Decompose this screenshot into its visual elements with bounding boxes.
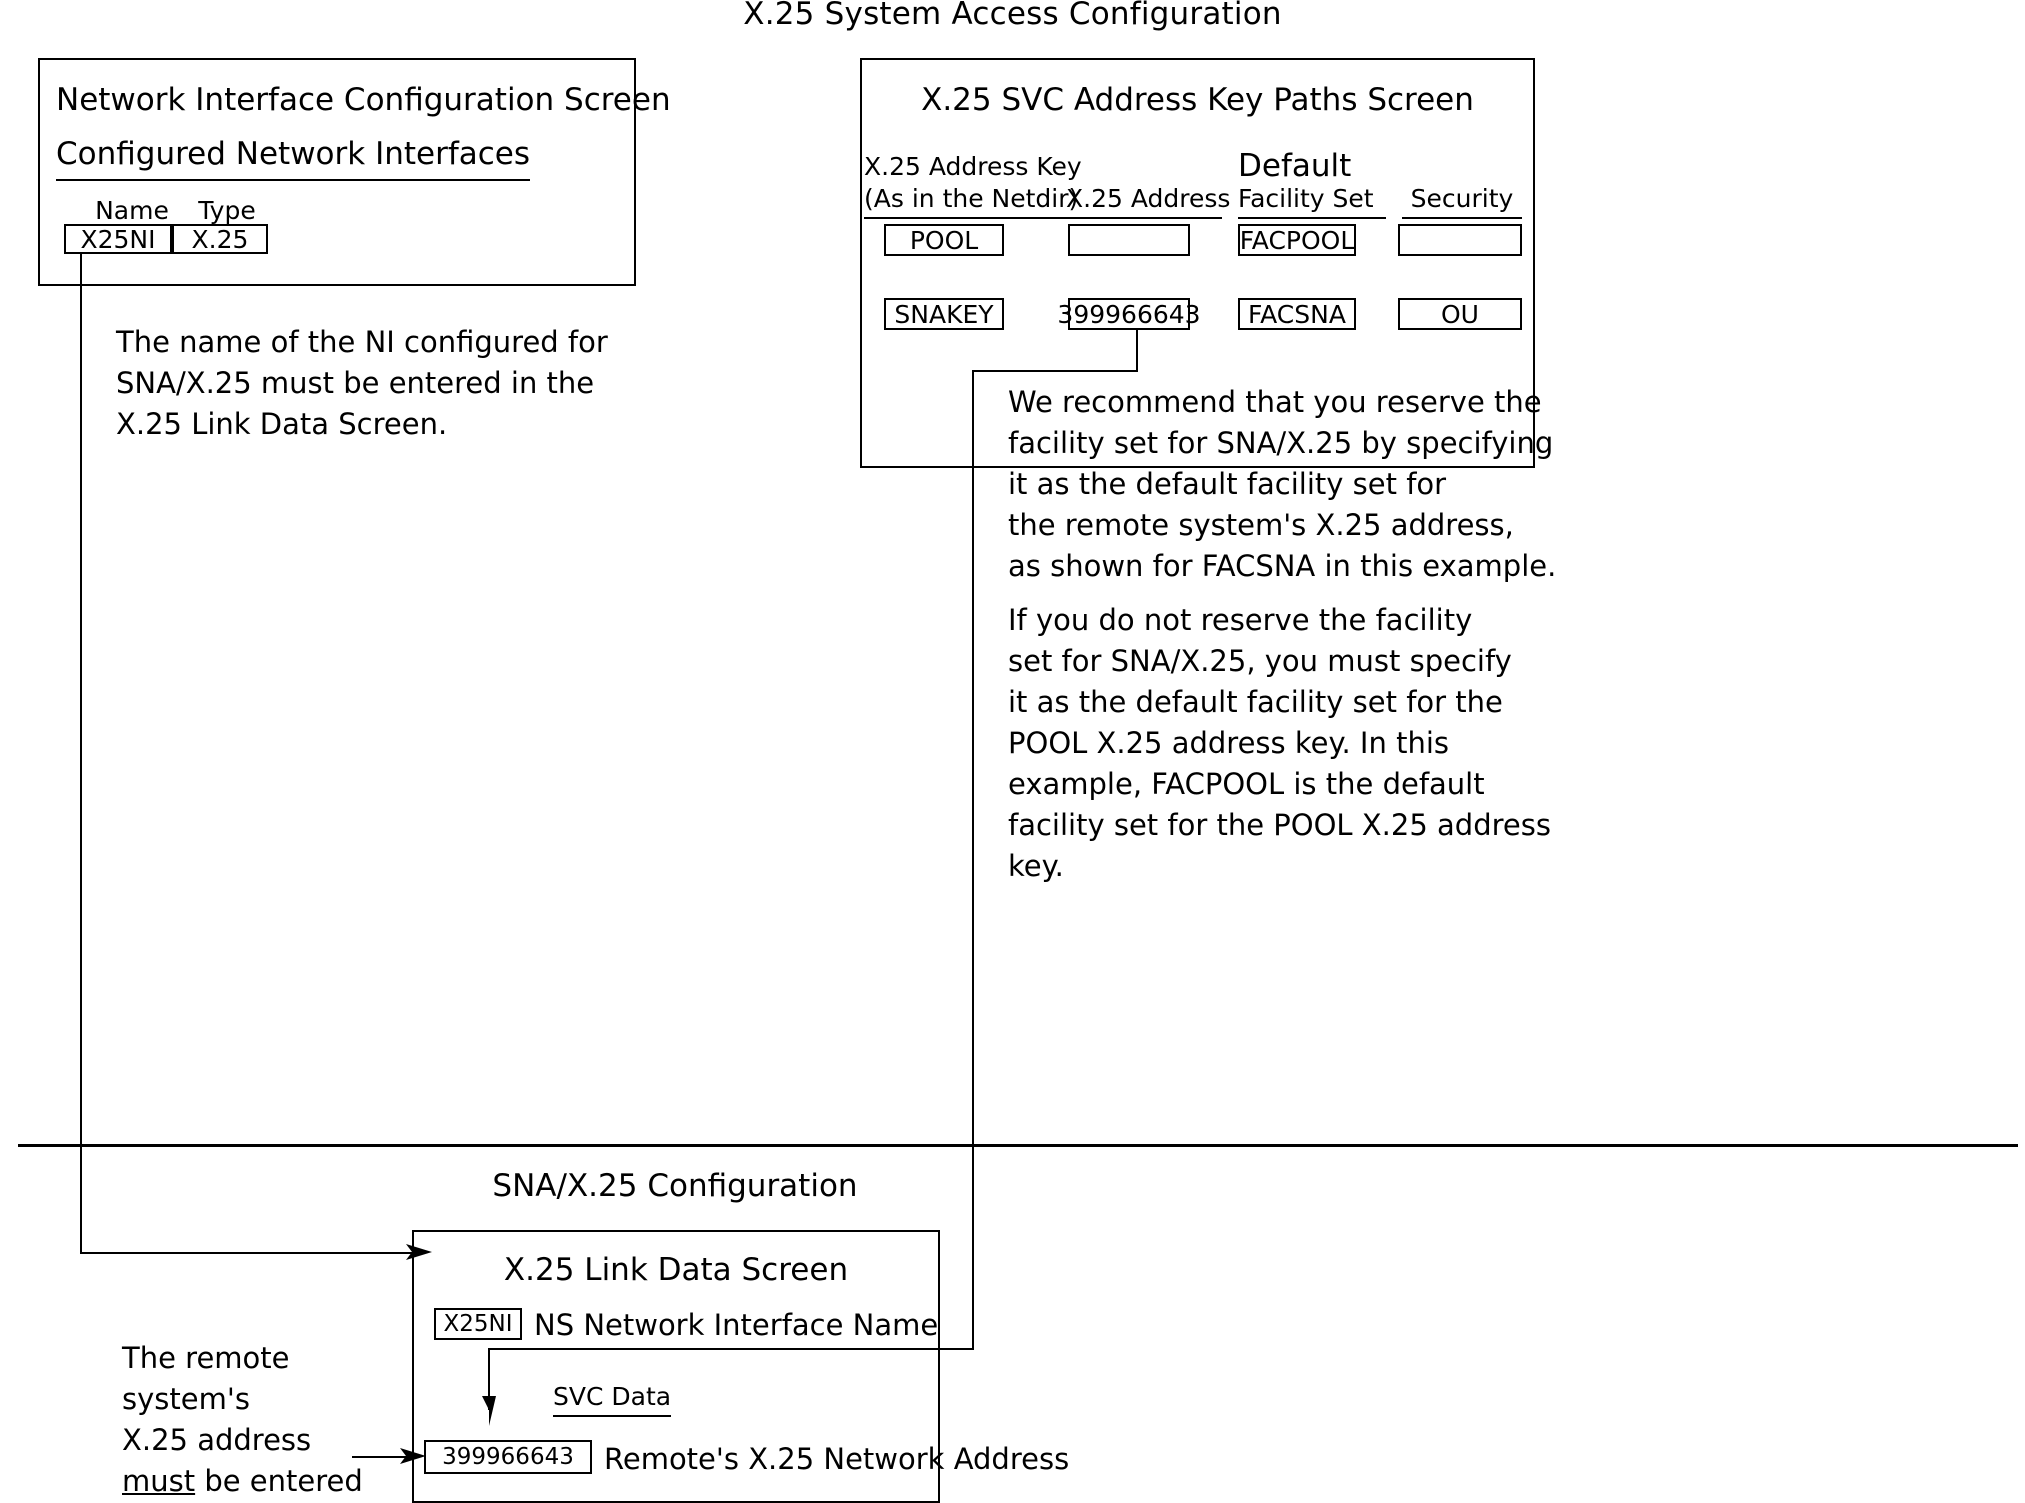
section-divider (18, 1144, 2018, 1147)
link-note-line-2: X.25 address (122, 1423, 312, 1457)
svc-row1-facility-set[interactable]: FACPOOL (1238, 224, 1356, 256)
ni-note-text: The name of the NI configured for SNA/X.… (116, 325, 608, 441)
svc-col-header-facility-line2: Facility Set (1238, 184, 1386, 219)
connector-svc-vertical-upper (1136, 330, 1138, 372)
svc-row2-facility-set[interactable]: FACSNA (1238, 298, 1356, 330)
svc-col-header-key-line2: (As in the Netdir) (864, 184, 1078, 219)
link-note-line-3-post: be entered (195, 1464, 363, 1498)
connector-ni-horizontal (80, 1252, 420, 1254)
svc-col-header-facility-line1: Default (1238, 148, 1352, 184)
svc-col-header-address: X.25 Address (1066, 184, 1230, 219)
link-field-remote-address-label: Remote's X.25 Network Address (604, 1442, 1070, 1476)
page-title: X.25 System Access Configuration (743, 0, 1282, 32)
svc-row1-security[interactable] (1398, 224, 1522, 256)
connector-ni-vertical (80, 254, 82, 1254)
svc-row1-key[interactable]: POOL (884, 224, 1004, 256)
svc-row2-address[interactable]: 399966643 (1057, 298, 1201, 330)
diagram-canvas: X.25 System Access Configuration Network… (0, 0, 2025, 1503)
svc-row2-key[interactable]: SNAKEY (884, 298, 1004, 330)
connector-svc-vertical-main (972, 370, 974, 1350)
ni-col-header-name: Name (95, 196, 169, 225)
link-note-line-1: The remote system's (122, 1341, 290, 1416)
svc-row2-security[interactable]: OU (1398, 298, 1522, 330)
link-note-text: The remote system's X.25 address must be… (122, 1338, 422, 1503)
svc-col-header-security: Security (1402, 184, 1522, 219)
svc-note-paragraph-2: If you do not reserve the facility set f… (1008, 603, 1551, 883)
connector-note-arrowhead (400, 1448, 426, 1464)
svc-data-label: SVC Data (553, 1382, 672, 1417)
link-field-ni-name-label: NS Network Interface Name (534, 1308, 939, 1342)
link-field-remote-address-value[interactable]: 399966643 (424, 1440, 592, 1474)
link-note-line-3: must be entered (122, 1461, 422, 1502)
svc-data-group: SVC Data (553, 1382, 672, 1417)
ni-panel-subtitle: Configured Network Interfaces (56, 136, 531, 181)
svc-note-paragraph-1: We recommend that you reserve the facili… (1008, 385, 1557, 583)
ni-cell-name[interactable]: X25NI (64, 224, 172, 254)
link-note-emphasis: must (122, 1464, 196, 1498)
connector-svc-horizontal-upper (972, 370, 1138, 372)
svc-panel-title: X.25 SVC Address Key Paths Screen (921, 82, 1474, 118)
ni-panel-title: Network Interface Configuration Screen (56, 82, 671, 118)
section-label: SNA/X.25 Configuration (492, 1168, 858, 1204)
svc-row1-address[interactable] (1068, 224, 1190, 256)
link-field-ni-name-value[interactable]: X25NI (434, 1308, 522, 1340)
link-panel-title: X.25 Link Data Screen (503, 1252, 849, 1288)
ni-cell-type[interactable]: X.25 (172, 224, 268, 254)
svc-col-header-key-line1: X.25 Address Key (864, 152, 1082, 181)
ni-col-header-type: Type (198, 196, 256, 225)
